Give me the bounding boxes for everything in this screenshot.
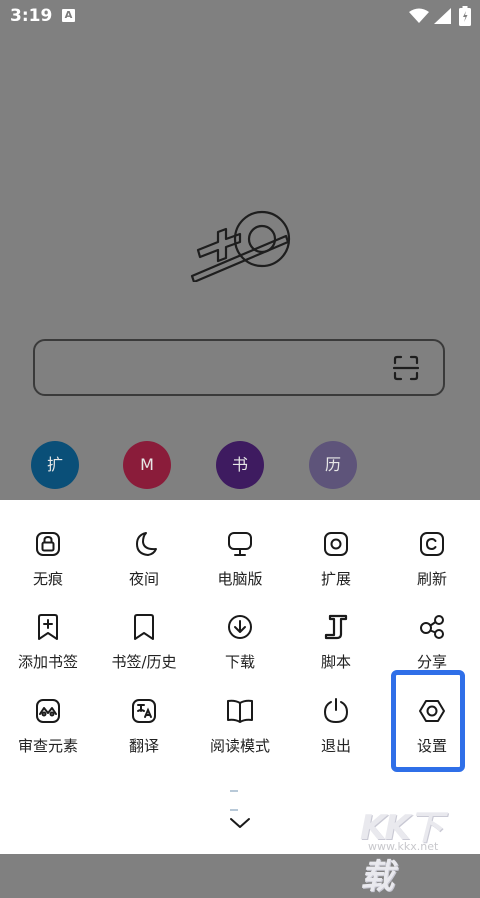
menu-item-label: 夜间 (128, 570, 159, 588)
status-bar: 3:19 A (0, 0, 480, 32)
moon-icon (136, 532, 157, 556)
menu-item-reading-mode[interactable]: 阅读模式 (192, 697, 288, 769)
signal-icon (434, 8, 451, 24)
menu-item-label: 书签/历史 (111, 653, 177, 671)
script-icon (324, 614, 348, 640)
menu-item-label: 审查元素 (17, 737, 78, 755)
menu-item-download[interactable]: 下载 (192, 613, 288, 685)
status-time: 3:19 (10, 6, 53, 26)
menu-item-refresh[interactable]: 刷新 (384, 530, 480, 602)
menu-item-label: 阅读模式 (209, 737, 270, 755)
refresh-icon (420, 532, 444, 556)
menu-item-desktop[interactable]: 电脑版 (192, 530, 288, 602)
browser-logo (190, 210, 291, 282)
menu-item-label: 脚本 (320, 653, 351, 671)
menu-item-label: 退出 (320, 737, 351, 755)
notification-a-icon: A (62, 9, 75, 22)
download-icon (228, 615, 252, 639)
page-indicator (230, 777, 250, 811)
menu-item-label: 电脑版 (217, 570, 263, 588)
translate-icon (132, 699, 156, 723)
book-icon (227, 699, 253, 723)
power-icon (323, 698, 349, 724)
menu-item-label: 下载 (224, 653, 255, 671)
menu-item-night[interactable]: 夜间 (96, 530, 192, 602)
shortcut-m[interactable]: M (123, 441, 171, 489)
share-icon (420, 615, 444, 639)
menu-item-inspect[interactable]: 审查元素 (0, 697, 96, 769)
menu-item-label: 分享 (416, 653, 447, 671)
menu-item-extensions[interactable]: 扩展 (288, 530, 384, 602)
incognito-lock-icon (36, 532, 60, 556)
inspect-icon (36, 699, 60, 723)
menu-item-label: 刷新 (416, 570, 447, 588)
menu-item-exit[interactable]: 退出 (288, 697, 384, 769)
add-bookmark-icon (38, 614, 58, 640)
menu-item-add-bookmark[interactable]: 添加书签 (0, 613, 96, 685)
menu-item-bookmarks-history[interactable]: 书签/历史 (96, 613, 192, 685)
menu-item-label: 添加书签 (17, 653, 78, 671)
chevron-down-icon[interactable] (228, 815, 252, 831)
search-input[interactable] (33, 339, 445, 396)
menu-item-label: 无痕 (32, 570, 63, 588)
watermark: KK下载 www.kkx.net (360, 800, 470, 897)
menu-item-label: 翻译 (128, 737, 159, 755)
extension-icon (324, 532, 348, 556)
settings-highlight-box (391, 670, 465, 772)
shortcut-extensions[interactable]: 扩 (31, 441, 79, 489)
watermark-url: www.kkx.net (368, 840, 439, 853)
menu-item-label: 扩展 (320, 570, 351, 588)
menu-item-script[interactable]: 脚本 (288, 613, 384, 685)
menu-item-incognito[interactable]: 无痕 (0, 530, 96, 602)
battery-icon (459, 6, 471, 26)
bookmark-icon (134, 614, 154, 640)
shortcut-history[interactable]: 历 (309, 441, 357, 489)
wifi-icon (409, 8, 429, 23)
monitor-icon (228, 532, 252, 556)
menu-item-translate[interactable]: 翻译 (96, 697, 192, 769)
scan-icon[interactable] (393, 355, 419, 381)
shortcut-bookmarks[interactable]: 书 (216, 441, 264, 489)
